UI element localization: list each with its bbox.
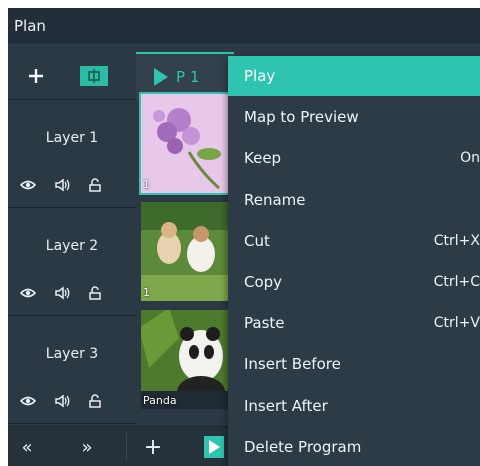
menu-label: Play: [244, 67, 276, 85]
tab-label: P 1: [176, 68, 200, 86]
menu-label: Rename: [244, 191, 306, 209]
fit-screen-icon: [88, 68, 100, 83]
layer-name: Layer 1: [45, 130, 99, 146]
menu-item-keep[interactable]: Keep On: [228, 138, 480, 178]
lock-icon[interactable]: [88, 178, 102, 192]
speaker-icon[interactable]: [54, 394, 70, 408]
prev-label: «: [21, 436, 33, 458]
program-context-menu: Play Map to Preview Keep On Rename Cut C…: [228, 56, 480, 466]
menu-item-insert-before[interactable]: Insert Before: [228, 344, 480, 384]
layer-toolbar: [8, 52, 136, 100]
next-button[interactable]: »: [74, 427, 100, 466]
add-program-button[interactable]: +: [140, 427, 166, 466]
speaker-icon[interactable]: [54, 286, 70, 300]
layer-name: Layer 2: [45, 238, 99, 254]
prev-button[interactable]: «: [14, 427, 40, 466]
menu-label: Insert After: [244, 397, 328, 415]
play-icon: [204, 436, 224, 458]
menu-item-copy[interactable]: Copy Ctrl+C: [228, 262, 480, 302]
lock-icon[interactable]: [88, 394, 102, 408]
play-icon: [154, 68, 168, 86]
menu-shortcut: Ctrl+X: [433, 233, 480, 249]
menu-item-paste[interactable]: Paste Ctrl+V: [228, 303, 480, 343]
menu-label: Map to Preview: [244, 108, 359, 126]
lock-icon[interactable]: [88, 286, 102, 300]
menu-label: Insert Before: [244, 355, 341, 373]
menu-item-play[interactable]: Play: [228, 56, 480, 96]
menu-label: Keep: [244, 149, 282, 167]
add-layer-button[interactable]: [22, 62, 50, 90]
menu-item-rename[interactable]: Rename: [228, 180, 480, 220]
next-label: »: [81, 436, 93, 458]
eye-icon[interactable]: [20, 179, 36, 191]
menu-shortcut: On: [460, 150, 480, 166]
fit-screen-button[interactable]: [80, 65, 108, 86]
eye-icon[interactable]: [20, 287, 36, 299]
program-thumbnail-3[interactable]: Panda: [139, 308, 231, 411]
plan-window: Plan P 1 Layer 1 Layer 2 Layer 3 1 1 Pan…: [8, 8, 480, 466]
menu-label: Paste: [244, 314, 285, 332]
window-title: Plan: [14, 16, 46, 35]
divider: [126, 433, 127, 461]
menu-item-delete-program[interactable]: Delete Program: [228, 427, 480, 466]
layer-row-1[interactable]: Layer 1: [8, 100, 136, 208]
eye-icon[interactable]: [20, 395, 36, 407]
thumbnail-label: 1: [143, 178, 150, 191]
flowers-thumbnail-image: [141, 94, 229, 193]
menu-label: Cut: [244, 232, 270, 250]
menu-shortcut: Ctrl+C: [433, 274, 480, 290]
layer-row-2[interactable]: Layer 2: [8, 208, 136, 316]
menu-item-cut[interactable]: Cut Ctrl+X: [228, 221, 480, 261]
children-thumbnail-image: [141, 202, 229, 301]
layer-row-3[interactable]: Layer 3: [8, 316, 136, 424]
play-program-button[interactable]: [204, 427, 224, 466]
thumbnail-label: 1: [143, 286, 150, 299]
menu-label: Delete Program: [244, 438, 362, 456]
menu-item-insert-after[interactable]: Insert After: [228, 386, 480, 426]
menu-label: Copy: [244, 273, 283, 291]
menu-item-map-to-preview[interactable]: Map to Preview: [228, 97, 480, 137]
program-thumbnail-2[interactable]: 1: [139, 200, 231, 303]
plus-icon: [29, 68, 43, 83]
add-program-label: +: [143, 434, 163, 460]
layer-name: Layer 3: [45, 346, 99, 362]
thumbnail-label: Panda: [143, 394, 177, 407]
speaker-icon[interactable]: [54, 178, 70, 192]
program-thumbnail-1[interactable]: 1: [139, 92, 231, 195]
title-bar: Plan: [8, 8, 480, 43]
menu-shortcut: Ctrl+V: [433, 315, 480, 331]
